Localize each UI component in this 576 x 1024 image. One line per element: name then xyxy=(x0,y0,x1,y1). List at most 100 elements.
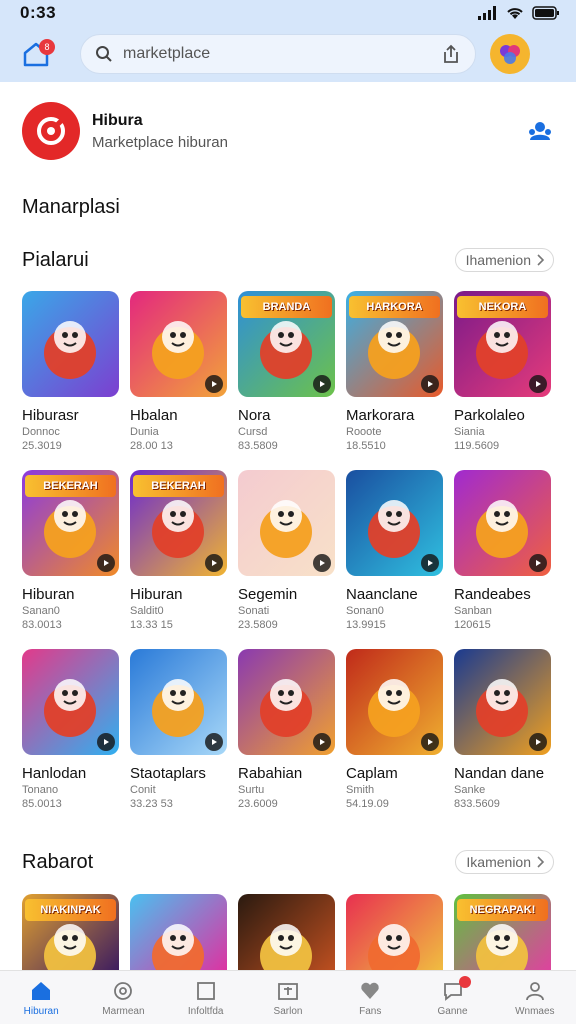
warrior-character-icon[interactable] xyxy=(346,649,443,755)
app-card[interactable]: Segemin Sonati 23.5809 xyxy=(238,470,335,631)
app-card[interactable]: Rabahian Surtu 23.6009 xyxy=(238,649,335,810)
app-title: Hiburan xyxy=(22,586,75,603)
raccoon-character-icon[interactable] xyxy=(238,649,335,755)
app-title: Hiburasr xyxy=(22,407,79,424)
app-publisher: Sanban xyxy=(454,605,492,617)
app-card[interactable]: NIAKINPAK xyxy=(22,894,119,974)
play-medal-icon[interactable] xyxy=(238,894,335,974)
app-card[interactable]: BRANDA Nora Cursd 83.5809 xyxy=(238,291,335,452)
app-publisher: Surtu xyxy=(238,784,265,796)
app-card[interactable]: NEKORA Parkolaleo Siania 119.5609 xyxy=(454,291,551,452)
app-publisher: Saldit0 xyxy=(130,605,164,617)
play-badge-icon xyxy=(421,375,439,393)
heart-icon xyxy=(361,982,379,999)
app-publisher: Sonan0 xyxy=(346,605,384,617)
status-bar: 0:33 xyxy=(0,0,576,26)
thumbnail-caption: NEGRAPAK! xyxy=(457,899,548,921)
bear-game-icon[interactable]: BEKERAH xyxy=(22,470,119,576)
fox-character-icon[interactable] xyxy=(130,291,227,397)
seal-character-icon[interactable] xyxy=(130,649,227,755)
app-title: Nandan dane xyxy=(454,765,545,782)
app-title: Randeabes xyxy=(454,586,531,603)
app-publisher: Cursd xyxy=(238,426,268,438)
search-bar[interactable]: marketplace xyxy=(80,34,476,74)
tab-chat[interactable]: Ganne xyxy=(411,971,493,1024)
thumbnail-caption: BEKERAH xyxy=(133,475,224,497)
tab-square[interactable]: Infoltfda xyxy=(165,971,247,1024)
tab-label: Ganne xyxy=(437,1005,468,1017)
app-title: Parkolaleo xyxy=(454,407,525,424)
bear-character-icon[interactable] xyxy=(22,291,119,397)
girl-character-icon[interactable]: NIAKINPAK xyxy=(22,894,119,974)
app-title: Hbalan xyxy=(130,407,178,424)
tab-label: Sarlon xyxy=(273,1005,303,1017)
app-card[interactable] xyxy=(346,894,443,974)
follow-button[interactable] xyxy=(526,117,554,145)
play-badge-icon xyxy=(421,733,439,751)
app-card[interactable]: Staotaplars Conit 33.23 53 xyxy=(130,649,227,810)
app-card[interactable] xyxy=(238,894,335,974)
app-stat: 83.0013 xyxy=(22,619,62,631)
search-input[interactable]: marketplace xyxy=(123,45,441,63)
app-publisher: Sanke xyxy=(454,784,486,796)
man-character-icon[interactable]: HARKORA xyxy=(346,291,443,397)
app-card[interactable]: HARKORA Markorara Rooote 18.5510 xyxy=(346,291,443,452)
app-header: Hibura Marketplace hiburan xyxy=(22,100,554,162)
cat-character-icon[interactable]: NEKORA xyxy=(454,291,551,397)
app-publisher: Smith xyxy=(346,784,375,796)
app-card[interactable]: BEKERAH Hiburan Sanan0 83.0013 xyxy=(22,470,119,631)
person-photo-icon[interactable] xyxy=(238,470,335,576)
see-more-button[interactable]: Ihamenion xyxy=(454,248,554,272)
app-title: Hiburan xyxy=(130,586,183,603)
app-stat: 18.5510 xyxy=(346,440,386,452)
tab-label: Fans xyxy=(359,1005,382,1017)
play-badge-icon xyxy=(205,733,223,751)
profile-icon xyxy=(525,981,544,1000)
boy-character-icon[interactable] xyxy=(22,649,119,755)
shield-emblem-icon[interactable] xyxy=(454,649,551,755)
section-header-2: Rabarot Ikamenion xyxy=(22,850,554,874)
system-icons xyxy=(478,6,560,20)
app-card[interactable]: BEKERAH Hiburan Saldit0 13.33 15 xyxy=(130,470,227,631)
app-card[interactable]: Randeabes Sanban 120615 xyxy=(454,470,551,631)
app-title: Segemin xyxy=(238,586,298,603)
app-card[interactable]: Hiburasr Donnoc 25.3019 xyxy=(22,291,119,452)
diver-character-icon[interactable] xyxy=(130,894,227,974)
app-logo xyxy=(22,102,80,160)
home-button[interactable]: 8 xyxy=(14,32,58,76)
app-card[interactable]: Hbalan Dunia 28.00 13 xyxy=(130,291,227,452)
tab-heart[interactable]: Fans xyxy=(329,971,411,1024)
app-card[interactable]: Hanlodan Tonano 85.0013 xyxy=(22,649,119,810)
tab-profile[interactable]: Wnmaes xyxy=(494,971,576,1024)
app-card[interactable]: Naanclane Sonan0 13.9915 xyxy=(346,470,443,631)
tab-label: Hiburan xyxy=(23,1005,59,1017)
wolf-character-icon[interactable]: BRANDA xyxy=(238,291,335,397)
battery-icon xyxy=(532,6,559,20)
wifi-icon xyxy=(507,8,523,19)
app-name: Hibura xyxy=(92,111,143,129)
share-icon[interactable] xyxy=(441,44,461,64)
monster-group-icon[interactable]: NEGRAPAK! xyxy=(454,894,551,974)
app-grid: Hiburasr Donnoc 25.3019 Hbalan Dunia 28.00 13… xyxy=(22,291,554,810)
tab-home[interactable]: Hiburan xyxy=(0,971,82,1024)
app-card[interactable]: NEGRAPAK! xyxy=(454,894,551,974)
tab-badge xyxy=(458,976,471,988)
tab-target[interactable]: Marmean xyxy=(82,971,164,1024)
users-icon xyxy=(529,122,551,140)
play-badge-icon xyxy=(97,554,115,572)
app-card[interactable]: Nandan dane Sanke 833.5609 xyxy=(454,649,551,810)
boy-character-icon[interactable] xyxy=(346,894,443,974)
kid-character-icon[interactable]: BEKERAH xyxy=(130,470,227,576)
cat-hero-icon[interactable] xyxy=(454,470,551,576)
play-medal-icon[interactable] xyxy=(346,470,443,576)
tab-calendar[interactable]: Sarlon xyxy=(247,971,329,1024)
profile-avatar[interactable] xyxy=(490,34,530,74)
play-badge-icon xyxy=(97,733,115,751)
app-card[interactable]: Caplam Smith 54.19.09 xyxy=(346,649,443,810)
app-stat: 23.6009 xyxy=(238,798,278,810)
square-icon xyxy=(196,981,215,1000)
see-more-button[interactable]: Ikamenion xyxy=(455,850,554,874)
app-card[interactable] xyxy=(130,894,227,974)
app-publisher: Sonati xyxy=(238,605,270,617)
play-badge-icon xyxy=(529,554,547,572)
